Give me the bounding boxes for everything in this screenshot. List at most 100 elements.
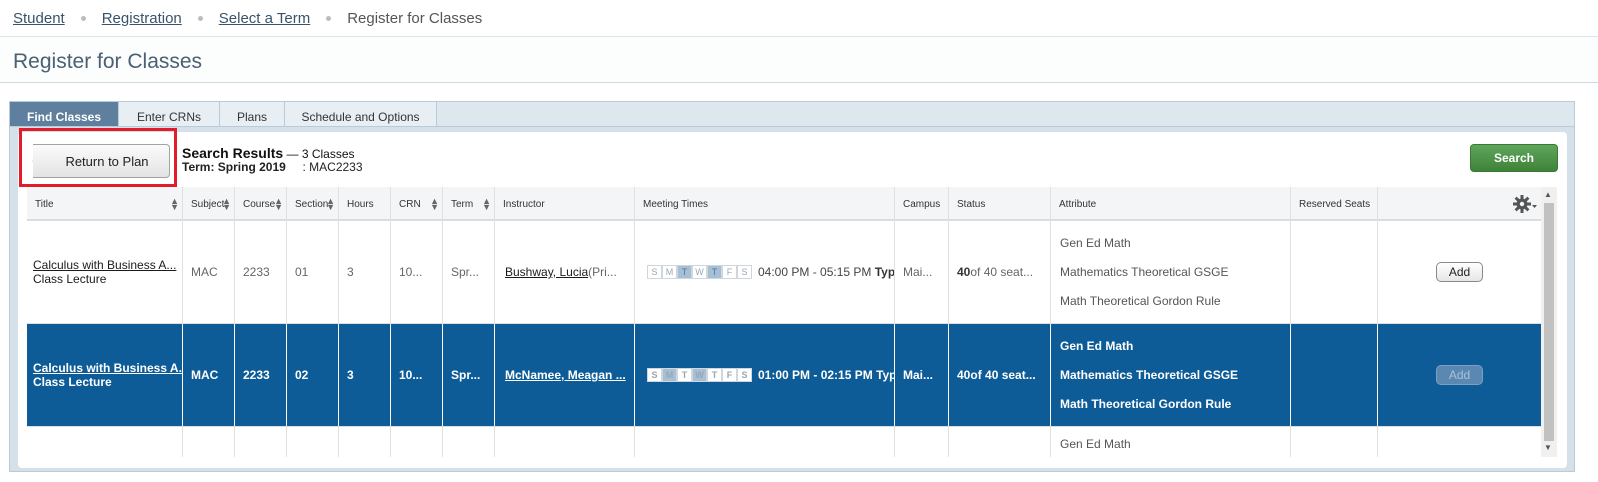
attribute-item: Gen Ed Math: [1060, 339, 1134, 353]
column-header-course[interactable]: Course ▲ ▼: [235, 187, 287, 221]
cell-meeting-times: [635, 427, 895, 457]
sort-icon[interactable]: ▲ ▼: [326, 197, 335, 212]
cell-crn: 10...: [391, 324, 443, 426]
course-type: Class Lecture: [33, 375, 112, 389]
attribute-item: Math Theoretical Gordon Rule: [1060, 294, 1221, 308]
cell-status: 40 of 40 seat...: [949, 221, 1051, 323]
cell-hours: 3: [339, 221, 391, 323]
cell-section: 01: [287, 221, 339, 323]
tab-bar: Find Classes Enter CRNs Plans Schedule a…: [9, 101, 1575, 128]
column-header-subject[interactable]: Subject ▲ ▼: [183, 187, 235, 221]
column-header-instructor: Instructor: [495, 187, 635, 221]
day-thursday: T: [707, 368, 722, 382]
table-header: Title ▲ ▼ Subject ▲ ▼ Course ▲ ▼ Section ▲ ▼ Hou…: [27, 187, 1541, 221]
cell-attribute: Gen Ed Math: [1051, 427, 1291, 457]
add-button[interactable]: Add: [1436, 262, 1483, 282]
day-tuesday: T: [677, 368, 692, 382]
breadcrumb-current: Register for Classes: [347, 9, 483, 27]
status-count: 40: [957, 265, 971, 279]
column-label: Instructor: [503, 198, 545, 210]
results-term: Term: Spring 2019: [182, 160, 286, 174]
column-header-section[interactable]: Section ▲ ▼: [287, 187, 339, 221]
breadcrumb-separator: [326, 15, 332, 21]
course-title-link[interactable]: Calculus with Business A...: [33, 361, 182, 375]
attribute-item: Gen Ed Math: [1060, 437, 1131, 451]
column-label: CRN: [399, 198, 421, 210]
results-title: Search Results: [182, 145, 284, 161]
day-saturday: S: [737, 368, 752, 382]
column-header-status: Status: [949, 187, 1051, 221]
attribute-item: Math Theoretical Gordon Rule: [1060, 397, 1232, 411]
column-header-crn[interactable]: CRN ▲ ▼: [391, 187, 443, 221]
scroll-up-arrow-icon[interactable]: ▲: [1544, 190, 1552, 199]
cell-section: 02: [287, 324, 339, 426]
day-friday: F: [722, 368, 737, 382]
cell-section: [287, 427, 339, 457]
table-row[interactable]: Calculus with Business A... Class Lectur…: [27, 221, 1541, 324]
meeting-time: 01:00 PM - 02:15 PM: [758, 368, 873, 382]
cell-campus: Mai...: [895, 221, 949, 323]
breadcrumb-select-term[interactable]: Select a Term: [219, 10, 310, 27]
results-count: — 3 Classes: [283, 147, 355, 161]
cell-reserved-seats: [1291, 324, 1378, 426]
tab-plans[interactable]: Plans: [220, 102, 285, 128]
column-label: Reserved Seats: [1299, 198, 1371, 210]
meeting-type: Type: [876, 368, 894, 382]
search-results-heading: Search Results — 3 Classes: [182, 145, 355, 161]
scrollbar-thumb[interactable]: [1544, 203, 1554, 441]
cell-term: Spr...: [443, 221, 495, 323]
cell-title: [27, 427, 183, 457]
status-count: 40: [957, 368, 971, 382]
attribute-item: Mathematics Theoretical GSGE: [1060, 265, 1229, 279]
breadcrumb-separator: [197, 15, 203, 21]
cell-instructor: [495, 427, 635, 457]
tab-enter-crns[interactable]: Enter CRNs: [119, 102, 220, 128]
sort-icon[interactable]: ▲ ▼: [274, 197, 283, 212]
cell-meeting-times: S M T W T F S 04:00 PM - 05:15 PM Type: [635, 221, 895, 323]
cell-subject: [183, 427, 235, 457]
status-detail: of 40 seat...: [970, 265, 1034, 279]
instructor-link[interactable]: McNamee, Meagan ...: [505, 368, 626, 382]
breadcrumb-registration[interactable]: Registration: [102, 10, 182, 27]
cell-crn: 10...: [391, 221, 443, 323]
cell-campus: [895, 427, 949, 457]
course-type: Class Lecture: [33, 272, 107, 286]
sort-icon[interactable]: ▲ ▼: [430, 197, 439, 212]
scroll-down-arrow-icon[interactable]: ▼: [1544, 443, 1552, 452]
cell-course: 2233: [235, 324, 287, 426]
table-row[interactable]: Gen Ed Math: [27, 427, 1541, 457]
cell-attribute: Gen Ed Math Mathematics Theoretical GSGE…: [1051, 324, 1291, 426]
column-label: Hours: [347, 198, 374, 210]
cell-subject: MAC: [183, 221, 235, 323]
instructor-link[interactable]: Bushway, Lucia: [505, 265, 588, 279]
breadcrumb-separator: [80, 15, 86, 21]
tab-find-classes[interactable]: Find Classes: [10, 102, 119, 128]
sort-icon[interactable]: ▲ ▼: [170, 197, 179, 212]
table-row-selected[interactable]: Calculus with Business A... Class Lectur…: [27, 324, 1541, 427]
sort-icon[interactable]: ▲ ▼: [222, 197, 231, 212]
column-header-term[interactable]: Term ▲ ▼: [443, 187, 495, 221]
column-header-attribute: Attribute: [1051, 187, 1291, 221]
meeting-type: Type: [874, 265, 895, 279]
column-label: Course: [243, 198, 276, 210]
cell-term: [443, 427, 495, 457]
attribute-item: Mathematics Theoretical GSGE: [1060, 368, 1239, 382]
day-thursday: T: [707, 265, 722, 279]
column-header-title[interactable]: Title ▲ ▼: [27, 187, 183, 221]
breadcrumb-student[interactable]: Student: [13, 10, 65, 27]
column-header-campus: Campus: [895, 187, 949, 221]
gear-icon[interactable]: [1512, 193, 1538, 215]
day-saturday: S: [737, 265, 752, 279]
cell-course: 2233: [235, 221, 287, 323]
course-title-link[interactable]: Calculus with Business A...: [33, 258, 176, 272]
cell-course: [235, 427, 287, 457]
sort-icon[interactable]: ▲ ▼: [482, 197, 491, 212]
table-scrollbar[interactable]: ▲ ▼: [1541, 187, 1557, 457]
cell-instructor: McNamee, Meagan ...: [495, 324, 635, 426]
instructor-role: (Pri...: [588, 265, 617, 279]
search-button[interactable]: Search: [1470, 144, 1558, 172]
day-monday: M: [662, 265, 677, 279]
tab-schedule-options[interactable]: Schedule and Options: [285, 102, 437, 128]
day-sunday: S: [647, 368, 662, 382]
cell-reserved-seats: [1291, 427, 1378, 457]
